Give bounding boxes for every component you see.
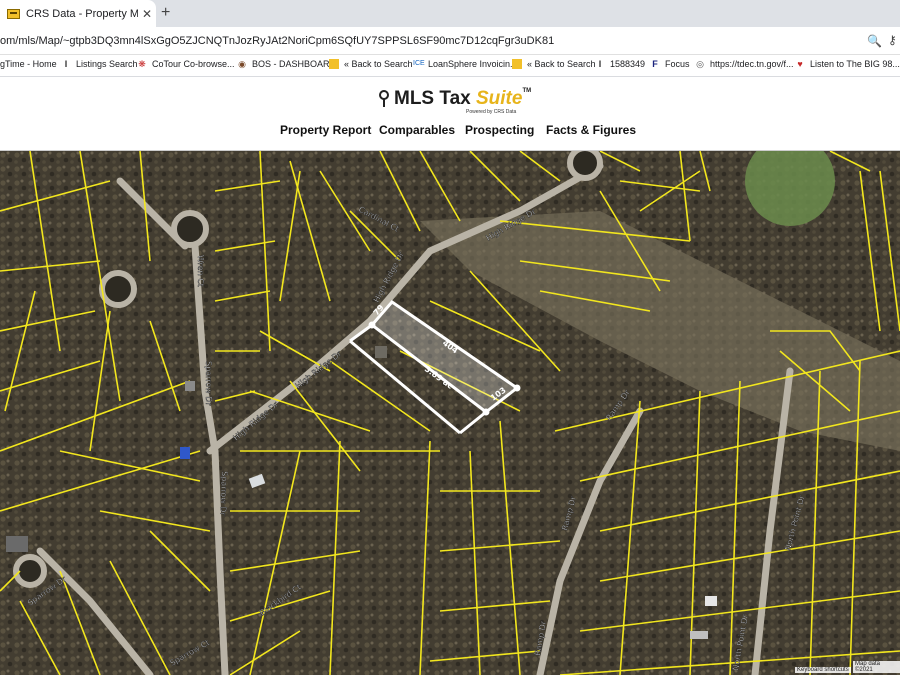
url-text[interactable]: om/mls/Map/~gtpb3DQ3mn4lSxGgO5ZJCNQTnJoz… <box>0 35 554 47</box>
street-label: Sparrow Dr <box>204 361 213 406</box>
address-bar[interactable]: om/mls/Map/~gtpb3DQ3mn4lSxGgO5ZJCNQTnJoz… <box>0 27 900 55</box>
site-header: MLS Tax SuiteTM Powered by CRS Data Prop… <box>0 78 900 151</box>
ice-icon: ICE <box>413 60 425 67</box>
bookmark-label: « Back to Search <box>527 59 596 69</box>
logo-tm: TM <box>522 88 532 94</box>
bookmark-item[interactable]: F Focus <box>650 59 690 69</box>
red-circle-icon: ❋ <box>138 59 146 69</box>
bookmark-label: Focus <box>665 59 690 69</box>
logo-subtitle: Powered by CRS Data <box>466 109 517 115</box>
street-label: Wren Ct <box>196 255 205 287</box>
satellite-map-canvas[interactable]: High Ridge Dr High Ridge Dr High Ridge D… <box>0 151 900 675</box>
bookmark-label: Listings Search <box>76 59 138 69</box>
bookmark-item[interactable]: ◉ BOS - DASHBOARD <box>237 59 336 69</box>
bookmark-item[interactable]: « Back to Search <box>329 59 413 69</box>
bookmark-label: https://tdec.tn.gov/f... <box>710 59 794 69</box>
logo-main-text: MLS Tax <box>394 88 476 109</box>
tab-title: CRS Data - Property Map for H <box>26 7 138 20</box>
browser-tab[interactable]: CRS Data - Property Map for H ✕ <box>0 0 156 27</box>
bookmark-label: Listen to The BIG 98... <box>810 59 900 69</box>
heart-icon: ♥ <box>797 59 803 69</box>
keyboard-shortcuts-link[interactable]: Keyboard shortcuts <box>795 667 851 673</box>
i-icon: I <box>598 59 602 69</box>
parcel-map[interactable]: High Ridge Dr High Ridge Dr High Ridge D… <box>0 151 900 675</box>
globe-icon: ◎ <box>696 59 704 69</box>
vertex-handle[interactable] <box>368 321 376 329</box>
bookmark-item[interactable]: gTime - Home <box>0 59 57 69</box>
map-data-attribution[interactable]: Map data ©2021 <box>853 661 900 673</box>
bookmark-label: 1588349 <box>610 59 646 69</box>
vertex-handle[interactable] <box>513 384 521 392</box>
nav-prospecting[interactable]: Prospecting <box>465 123 534 137</box>
bookmarks-bar: gTime - Home I Listings Search ❋ CoTour Co… <box>0 55 900 77</box>
bookmark-item[interactable]: ICE LoanSphere Invoicin... <box>413 59 518 69</box>
browser-tab-strip: CRS Data - Property Map for H ✕ + <box>0 0 900 27</box>
bookmark-item[interactable]: ◎ https://tdec.tn.gov/f... <box>695 59 794 69</box>
nav-property-report[interactable]: Property Report <box>280 123 371 137</box>
i-icon: I <box>64 59 68 69</box>
vertex-handle[interactable] <box>482 408 490 416</box>
location-pin-icon <box>379 90 389 107</box>
bookmark-label: CoTour Co-browse... <box>152 59 235 69</box>
street-label: Sparrow Dr <box>218 471 229 517</box>
nav-comparables[interactable]: Comparables <box>379 123 455 137</box>
new-tab-button[interactable]: + <box>161 4 170 22</box>
bookmark-label: BOS - DASHBOARD <box>252 59 337 69</box>
bookmark-label: LoanSphere Invoicin... <box>428 59 518 69</box>
logo-text: MLS Tax SuiteTM <box>394 88 531 110</box>
bookmark-label: « Back to Search <box>344 59 413 69</box>
cul-de-sac <box>171 210 209 248</box>
f-icon: F <box>652 59 658 69</box>
bookmark-item[interactable]: « Back to Search <box>512 59 596 69</box>
cul-de-sac <box>13 554 47 588</box>
logo-suite-text: Suite <box>476 88 523 109</box>
nav-facts-figures[interactable]: Facts & Figures <box>546 123 636 137</box>
tab-close-icon[interactable]: ✕ <box>142 7 152 21</box>
bookmark-label: gTime - Home <box>0 59 57 69</box>
mls-tax-suite-logo[interactable]: MLS Tax SuiteTM Powered by CRS Data <box>378 88 531 115</box>
cul-de-sac <box>567 151 603 181</box>
zoom-icon[interactable]: 🔍 <box>867 34 882 48</box>
bos-icon: ◉ <box>238 59 246 69</box>
bookmark-item[interactable]: ♥ Listen to The BIG 98... <box>795 59 900 69</box>
bookmark-item[interactable]: ❋ CoTour Co-browse... <box>137 59 235 69</box>
crs-icon <box>512 59 522 69</box>
cul-de-sac <box>99 270 137 308</box>
crs-icon <box>329 59 339 69</box>
crs-favicon-icon <box>7 8 20 19</box>
bookmark-item[interactable]: I 1588349 <box>595 59 645 69</box>
bookmark-item[interactable]: I Listings Search <box>61 59 138 69</box>
key-icon[interactable]: ⚷ <box>888 33 897 47</box>
